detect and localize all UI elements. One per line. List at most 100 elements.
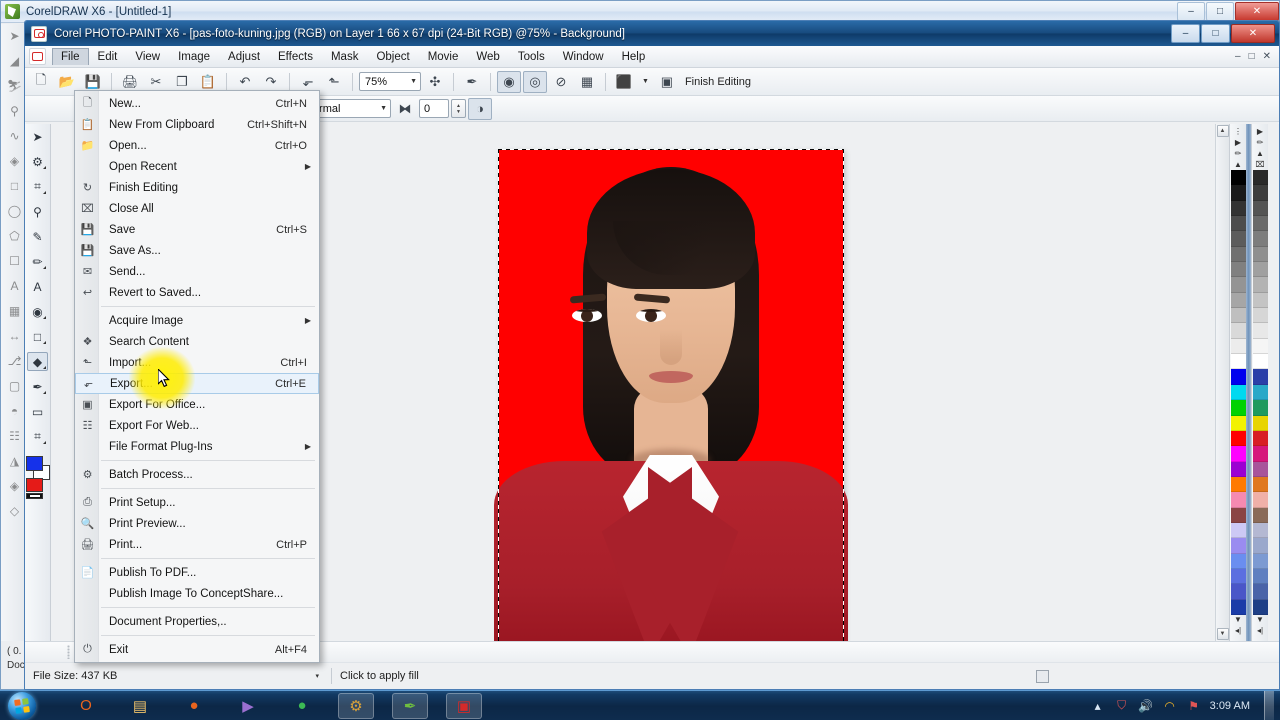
file-menu-item-revert-to-saved[interactable]: ↩ Revert to Saved... — [75, 282, 319, 303]
palette-swatch[interactable] — [1230, 430, 1246, 447]
color-palette-secondary[interactable]: ▶ ✏ ▲ ⌧ ▼ ◂| — [1251, 124, 1268, 641]
file-menu-item-publish-to-pdf[interactable]: 📄 Publish To PDF... — [75, 562, 319, 583]
mask-edit-button[interactable]: ▦ — [575, 71, 599, 93]
file-menu-item-close-all[interactable]: ⌧ Close All — [75, 198, 319, 219]
palette-swatch[interactable] — [1252, 446, 1268, 462]
mask-overlay-button[interactable]: ◉ — [497, 70, 521, 93]
new-button[interactable]: 🗋 — [29, 71, 53, 93]
palette-swatch[interactable] — [1252, 277, 1268, 293]
coreldraw-close-button[interactable]: ✕ — [1235, 2, 1279, 21]
cdr-outline-icon[interactable]: ◮ — [6, 453, 24, 469]
palette-primary-footer[interactable]: ▼ ◂| — [1231, 615, 1246, 641]
photopaint-titlebar[interactable]: Corel PHOTO-PAINT X6 - [pas-foto-kuning.… — [25, 21, 1279, 46]
file-menu-item-send[interactable]: ✉ Send... — [75, 261, 319, 282]
palette-swatch[interactable] — [1252, 200, 1268, 217]
scroll-up-arrow[interactable]: ▲ — [1216, 125, 1229, 137]
palette-scroll-down-icon[interactable]: ▼ — [1234, 615, 1242, 624]
file-menu-item-search-content[interactable]: ❖ Search Content — [75, 331, 319, 352]
palette-primary-swatches[interactable] — [1230, 170, 1246, 615]
palette-swatch[interactable] — [1252, 170, 1268, 186]
palette2-scroll-up-icon[interactable]: ▲ — [1256, 149, 1264, 158]
palette-swatch[interactable] — [1230, 216, 1246, 232]
menu-adjust[interactable]: Adjust — [219, 48, 269, 66]
mask-transform-tool[interactable]: ⚙ — [27, 152, 48, 171]
color-palettes[interactable]: ⋮ ▶ ✏ ▲ ▼ ◂| ▶ ✏ ▲ ⌧ ▼ ◂| — [1229, 124, 1279, 641]
fit-to-window-button[interactable]: ✣ — [423, 71, 447, 93]
palette-swatch[interactable] — [1230, 185, 1246, 201]
photopaint-window-controls[interactable]: – □ ✕ — [1170, 24, 1275, 43]
palette-swatch[interactable] — [1252, 584, 1268, 600]
image-canvas[interactable] — [494, 149, 848, 641]
palette-swatch[interactable] — [1230, 522, 1246, 539]
taskbar-item-firefox[interactable]: ● — [176, 693, 212, 719]
palette-swatch[interactable] — [1230, 354, 1246, 370]
file-menu-item-export[interactable]: ⬐ Export... Ctrl+E — [75, 373, 319, 394]
taskbar-item-photopaint[interactable]: ▣ — [446, 692, 482, 719]
file-menu-item-finish-editing[interactable]: ↻ Finish Editing — [75, 177, 319, 198]
file-menu-item-batch-process[interactable]: ⚙ Batch Process... — [75, 464, 319, 485]
palette-swatch[interactable] — [1252, 400, 1268, 416]
palette2-expand-icon[interactable]: ◂| — [1257, 626, 1263, 635]
mask-marquee-button[interactable]: ◎ — [523, 70, 547, 93]
cdr-blend-icon[interactable]: ▢ — [6, 378, 24, 394]
publish-dropdown-icon[interactable]: ▼ — [638, 78, 653, 85]
palette-swatch[interactable] — [1230, 538, 1246, 554]
menu-tools[interactable]: Tools — [509, 48, 554, 66]
file-menu-item-open-recent[interactable]: Open Recent ▶ — [75, 156, 319, 177]
file-menu-item-new-from-clipboard[interactable]: 📋 New From Clipboard Ctrl+Shift+N — [75, 114, 319, 135]
palette-swatch[interactable] — [1230, 262, 1246, 278]
palette-swatch[interactable] — [1252, 384, 1268, 401]
palette-swatch[interactable] — [1252, 553, 1268, 569]
pick-tool[interactable]: ➤ — [27, 127, 48, 146]
start-orb-icon[interactable] — [8, 691, 36, 720]
foreground-color-swatch[interactable] — [25, 456, 43, 471]
palette-swatch[interactable] — [1252, 430, 1268, 447]
zoom-tool[interactable]: ⚲ — [27, 202, 48, 221]
publish-button[interactable]: ⬛ — [612, 71, 636, 93]
palette-primary-header[interactable]: ⋮ ▶ ✏ ▲ — [1231, 124, 1246, 170]
menu-view[interactable]: View — [126, 48, 169, 66]
clear-mask-button[interactable]: ✒ — [460, 71, 484, 93]
palette-swatch[interactable] — [1252, 522, 1268, 539]
palette-swatch[interactable] — [1230, 415, 1246, 431]
menu-edit[interactable]: Edit — [89, 48, 127, 66]
file-size-cell[interactable]: File Size: 437 KB ▾ — [25, 663, 331, 689]
interactive-fill-tool[interactable]: ✒ — [27, 377, 48, 396]
palette-swatch[interactable] — [1252, 476, 1268, 493]
start-button[interactable] — [0, 691, 44, 720]
palette2-eyedropper-icon[interactable]: ✏ — [1257, 138, 1264, 147]
canvas-vertical-scrollbar[interactable]: ▲ ▼ — [1215, 124, 1229, 641]
palette-swatch[interactable] — [1252, 292, 1268, 309]
tolerance-spinner[interactable]: ▲ ▼ — [451, 99, 466, 118]
menu-web[interactable]: Web — [467, 48, 508, 66]
palette-swatch[interactable] — [1252, 354, 1268, 370]
file-menu-item-new[interactable]: 🗋 New... Ctrl+N — [75, 93, 319, 114]
file-menu-item-exit[interactable]: ⏻ Exit Alt+F4 — [75, 639, 319, 660]
cdr-rectangle-icon[interactable]: □ — [6, 178, 24, 194]
red-eye-removal-tool[interactable]: ◉ — [27, 302, 48, 321]
palette-eyedropper-icon[interactable]: ✏ — [1235, 149, 1242, 158]
antialias-button[interactable]: ◑ — [468, 97, 492, 120]
palette-swatch[interactable] — [1230, 476, 1246, 493]
palette-swatch[interactable] — [1230, 384, 1246, 401]
palette-swatch[interactable] — [1252, 216, 1268, 232]
cdr-interactive-fill-icon[interactable]: ◇ — [6, 503, 24, 519]
palette-swatch[interactable] — [1252, 246, 1268, 263]
palette-swatch[interactable] — [1252, 461, 1268, 477]
palette2-options-icon[interactable]: ▶ — [1257, 127, 1263, 136]
chevron-down-icon[interactable]: ▼ — [410, 78, 417, 85]
palette-swatch[interactable] — [1230, 369, 1246, 385]
file-menu-item-acquire-image[interactable]: Acquire Image ▶ — [75, 310, 319, 331]
tray-icon-action-center[interactable]: ⚑ — [1186, 698, 1202, 714]
palette2-scroll-down-icon[interactable]: ▼ — [1256, 615, 1264, 624]
menu-mask[interactable]: Mask — [322, 48, 367, 66]
palette-swatch[interactable] — [1252, 338, 1268, 355]
palette-secondary-footer[interactable]: ▼ ◂| — [1253, 615, 1268, 641]
transparency-swatch[interactable] — [25, 493, 43, 499]
palette-swatch[interactable] — [1230, 308, 1246, 324]
menu-window[interactable]: Window — [554, 48, 613, 66]
taskbar-item-opera[interactable]: O — [68, 693, 104, 719]
photopaint-close-button[interactable]: ✕ — [1231, 24, 1275, 43]
file-menu-item-open[interactable]: 📁 Open... Ctrl+O — [75, 135, 319, 156]
palette-swatch[interactable] — [1252, 262, 1268, 278]
